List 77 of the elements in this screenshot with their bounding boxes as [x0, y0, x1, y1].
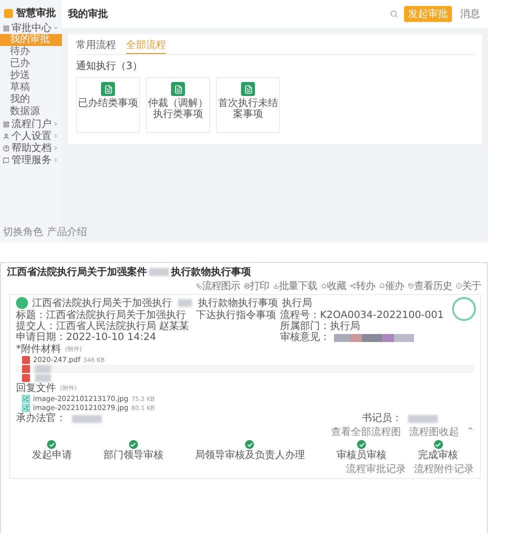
sidebar-item[interactable]: 数据源	[0, 106, 62, 118]
sidebar-item[interactable]: 抄送	[0, 70, 62, 82]
step-label: 审核员审核	[336, 450, 387, 461]
blurred-text	[72, 414, 102, 422]
info-field: 流程号：K2OA0034-2022100-001	[280, 310, 444, 321]
step-label: 发起申请	[32, 450, 72, 461]
summary-title: 执行款物执行事项	[198, 298, 278, 308]
sidebar-group[interactable]: 流程门户	[0, 118, 62, 130]
info-field: 提交人：江西省人民法院执行局 赵某某	[16, 321, 276, 332]
toolbar-icon	[244, 283, 250, 289]
toolbar-icon	[456, 283, 462, 289]
process-card[interactable]: 已办结类事项	[76, 77, 140, 133]
toolbar-icon	[350, 283, 356, 289]
blurred-text	[149, 268, 169, 276]
toolbar-icon	[273, 283, 279, 289]
sidebar-group[interactable]: 管理服务	[0, 154, 62, 166]
toolbar-icon	[321, 283, 327, 289]
document-glyph-icon	[174, 84, 182, 94]
info-field: 书记员：	[362, 413, 402, 424]
menu-icon	[3, 132, 10, 140]
avatar-icon	[16, 297, 28, 309]
chevron-down-icon	[53, 25, 59, 31]
toolbar-button[interactable]: 流程图示	[196, 279, 240, 293]
sidebar-item[interactable]: 已办	[0, 58, 62, 70]
process-card[interactable]: 仲裁（调解）执行类事项	[146, 77, 210, 133]
summary-title: 江西省法院执行局关于加强执行	[32, 298, 172, 308]
seal-stamp-icon	[452, 297, 476, 321]
menu-icon	[3, 120, 10, 128]
menu-icon	[3, 156, 10, 164]
logo-icon	[4, 8, 13, 18]
menu-icon	[3, 24, 10, 32]
app-logo: 智慧审批	[0, 4, 62, 22]
sidebar-footer-link[interactable]: 切换角色	[3, 225, 43, 239]
sidebar-item[interactable]: 待办	[0, 46, 62, 58]
toolbar-icon	[408, 283, 414, 289]
info-field: 申请日期：2022-10-10 14:24	[16, 332, 276, 343]
section-title: 回复文件	[16, 383, 56, 394]
link[interactable]: 查看全部流程图	[331, 425, 401, 439]
toolbar-button[interactable]: 收藏	[321, 279, 346, 293]
section-title: 通知执行（3）	[76, 60, 144, 73]
toolbar-icon	[379, 283, 385, 289]
toolbar-button[interactable]: 关于	[456, 279, 481, 293]
toolbar-icon	[196, 283, 202, 289]
info-field: 标题：江西省法院执行局关于加强执行 下达执行指令事项	[16, 310, 276, 321]
info-field: 所属部门：执行局	[280, 321, 360, 332]
document-glyph-icon	[244, 84, 252, 94]
department-text: 执行局	[282, 298, 312, 308]
menu-icon	[3, 144, 10, 152]
step-label: 部门领导审核	[103, 450, 164, 461]
process-card[interactable]: 首次执行未结案事项	[216, 77, 280, 133]
sidebar-item[interactable]: 我的	[0, 94, 62, 106]
step-label: 完成审核	[418, 450, 458, 461]
blurred-text	[408, 414, 438, 422]
search-icon[interactable]	[390, 10, 398, 18]
document-glyph-icon	[104, 84, 112, 94]
link[interactable]: 流程附件记录	[414, 462, 474, 476]
step-label: 局领导审核及负责人办理	[194, 450, 305, 461]
link[interactable]: 流程图收起	[409, 425, 459, 439]
blurred-text	[178, 299, 192, 307]
toolbar-button[interactable]: 查看历史	[408, 279, 452, 293]
link[interactable]: 流程审批记录	[346, 462, 406, 476]
toolbar-button[interactable]: 批量下载	[273, 279, 317, 293]
toolbar-button[interactable]: 催办	[379, 279, 404, 293]
toolbar-button[interactable]: 打印	[244, 279, 269, 293]
sidebar-group[interactable]: 审批中心	[0, 22, 62, 34]
sidebar-group[interactable]: 个人设置	[0, 130, 62, 142]
chevron-up-icon[interactable]	[467, 425, 474, 432]
info-field: 审核意见：	[280, 332, 330, 343]
page-title: 我的审批	[68, 7, 109, 21]
tab[interactable]: 常用流程	[76, 37, 116, 54]
info-field: 承办法官：	[16, 413, 66, 424]
toolbar-button[interactable]: 转办	[350, 279, 375, 293]
section-title: *附件材料	[16, 344, 61, 355]
sidebar-footer-link[interactable]: 产品介绍	[47, 225, 87, 239]
sidebar-group[interactable]: 帮助文档	[0, 142, 62, 154]
sidebar-item[interactable]: 草稿	[0, 82, 62, 94]
detail-title: 江西省法院执行局关于加强案件 执行款物执行事项	[7, 265, 251, 279]
